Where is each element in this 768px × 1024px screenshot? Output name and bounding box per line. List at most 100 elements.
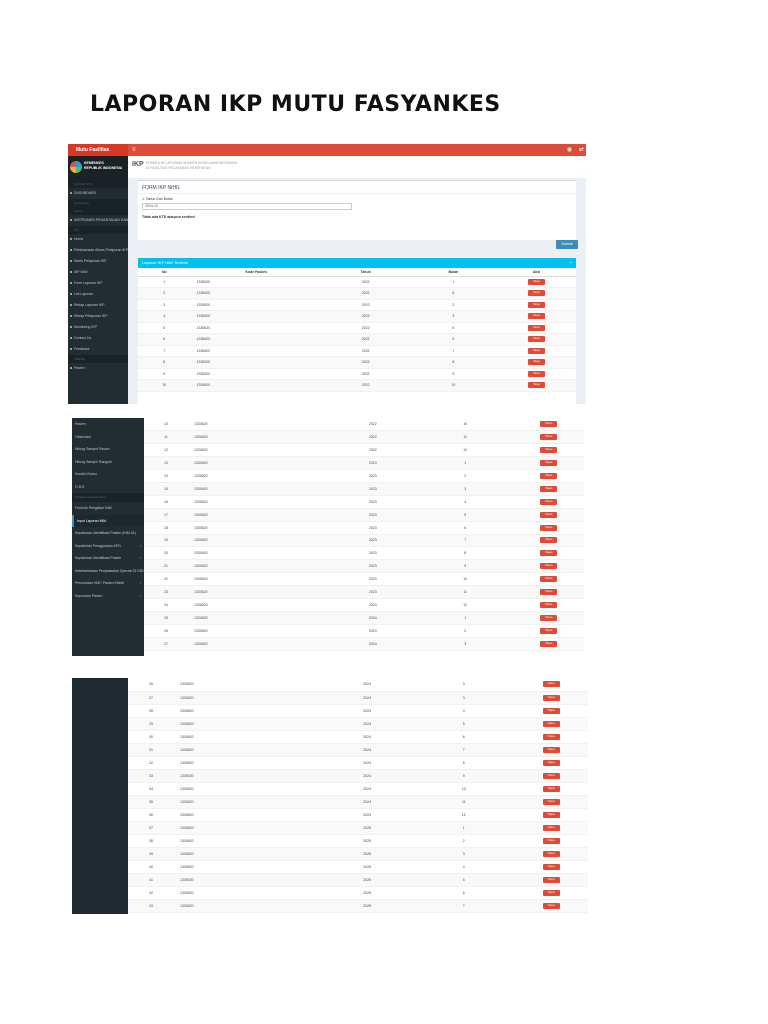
sidebar-item[interactable]: Kepuasan Pasien › bbox=[72, 590, 144, 603]
delete-button[interactable]: Hapus bbox=[540, 614, 558, 621]
sidebar-item[interactable]: Penundaan HMC Pasien Elektif › bbox=[72, 577, 144, 590]
delete-button[interactable]: Hapus bbox=[540, 640, 558, 647]
sidebar-item[interactable]: O.B.S bbox=[72, 481, 144, 494]
delete-button[interactable]: Hapus bbox=[542, 746, 560, 753]
delete-button[interactable]: Hapus bbox=[540, 550, 558, 557]
delete-button[interactable]: Hapus bbox=[540, 627, 558, 634]
delete-button[interactable]: Hapus bbox=[542, 902, 560, 909]
delete-button[interactable]: Hapus bbox=[540, 434, 558, 441]
sidebar-item[interactable]: Rekap Pelaporan IKP bbox=[68, 311, 128, 322]
form-ikp-nihil: FORM IKP NIHIL 1. Tahun Dan Bulan 2024-1… bbox=[138, 180, 576, 240]
sidebar-item[interactable]: Pasien bbox=[72, 418, 144, 431]
sidebar-item[interactable]: DASHBOARD bbox=[68, 188, 128, 199]
delete-button[interactable]: Hapus bbox=[540, 421, 558, 428]
cell-kode-faskes: 1330620 bbox=[174, 756, 322, 770]
sidebar-item[interactable]: Kepatuhan Penggunaan APD › bbox=[72, 540, 144, 553]
table-row: 5 1330620 2022 5 Hapus bbox=[138, 322, 576, 334]
sidebar-item[interactable]: Hitung Sampel Rangsel bbox=[72, 456, 144, 469]
delete-button[interactable]: Hapus bbox=[540, 498, 558, 505]
delete-button[interactable]: Hapus bbox=[540, 524, 558, 531]
period-input[interactable]: 2024-10 bbox=[142, 203, 352, 210]
delete-button[interactable]: Hapus bbox=[542, 694, 560, 701]
delete-button[interactable]: Hapus bbox=[542, 681, 560, 688]
user-icon[interactable]: ◉ bbox=[567, 144, 572, 156]
delete-button[interactable]: Hapus bbox=[528, 347, 546, 354]
delete-button[interactable]: Hapus bbox=[540, 485, 558, 492]
delete-button[interactable]: Hapus bbox=[542, 720, 560, 727]
delete-button[interactable]: Hapus bbox=[540, 447, 558, 454]
cell-bulan: 1 bbox=[416, 611, 514, 625]
cell-tahun: 2025 bbox=[321, 899, 414, 913]
sidebar-item[interactable]: Rekap Laporan IKP bbox=[68, 300, 128, 311]
cell-kode-faskes: 1330620 bbox=[190, 299, 322, 311]
column-header: Aksi bbox=[497, 268, 576, 277]
sidebar-item[interactable]: Formulir Pengisian INM bbox=[72, 502, 144, 515]
sidebar-item[interactable]: Feedback bbox=[68, 344, 128, 355]
delete-button[interactable]: Hapus bbox=[542, 733, 560, 740]
cell-tahun: 2025 bbox=[321, 847, 414, 861]
delete-button[interactable]: Hapus bbox=[528, 382, 546, 389]
sidebar-item[interactable]: Kepatuhan Identifikasi Pasien (INM-01) bbox=[72, 527, 144, 540]
delete-button[interactable]: Hapus bbox=[542, 798, 560, 805]
menu-toggle-icon[interactable]: ≡ bbox=[132, 144, 136, 156]
delete-button[interactable]: Hapus bbox=[528, 359, 546, 366]
delete-button[interactable]: Hapus bbox=[540, 511, 558, 518]
sidebar-item[interactable]: Pasien bbox=[68, 363, 128, 374]
delete-button[interactable]: Hapus bbox=[528, 336, 546, 343]
sidebar-item[interactable]: INSTRUMEN PEMANTAUAN DAN EVALUASI bbox=[68, 215, 128, 226]
delete-button[interactable]: Hapus bbox=[540, 563, 558, 570]
delete-button[interactable]: Hapus bbox=[542, 863, 560, 870]
delete-button[interactable]: Hapus bbox=[542, 876, 560, 883]
delete-button[interactable]: Hapus bbox=[542, 811, 560, 818]
delete-button[interactable]: Hapus bbox=[542, 837, 560, 844]
cell-tahun: 2023 bbox=[328, 585, 417, 599]
share-icon[interactable]: ⇄ bbox=[579, 144, 584, 156]
delete-button[interactable]: Hapus bbox=[542, 759, 560, 766]
sidebar-item[interactable]: Hitung Sampel Pasien bbox=[72, 443, 144, 456]
delete-button[interactable]: Hapus bbox=[540, 473, 558, 479]
cell-aksi: Hapus bbox=[513, 482, 584, 496]
sidebar-item[interactable]: Alerts Pelaporan IKP bbox=[68, 256, 128, 267]
sidebar-item[interactable]: Home bbox=[68, 234, 128, 245]
delete-button[interactable]: Hapus bbox=[540, 589, 558, 596]
delete-button[interactable]: Hapus bbox=[528, 290, 546, 297]
cell-aksi: Hapus bbox=[514, 899, 588, 913]
sidebar-item[interactable]: IKP Nihil bbox=[68, 267, 128, 278]
cell-tahun: 2023 bbox=[328, 469, 417, 483]
delete-button[interactable]: Hapus bbox=[542, 889, 560, 896]
app-brand[interactable]: Mutu Fasilitas bbox=[68, 144, 128, 156]
sidebar-item[interactable]: Form Laporan IKP bbox=[68, 278, 128, 289]
cell-bulan: 12 bbox=[413, 808, 515, 822]
sidebar-item[interactable]: Input Laporan INM bbox=[72, 514, 144, 527]
delete-button[interactable]: Hapus bbox=[542, 824, 560, 831]
sidebar-item[interactable]: Kondisi Kamu bbox=[72, 468, 144, 481]
top-navbar bbox=[68, 144, 586, 156]
cell-tahun: 2025 bbox=[321, 886, 414, 900]
delete-button[interactable]: Hapus bbox=[528, 301, 546, 308]
sidebar-item[interactable]: Contact Us bbox=[68, 333, 128, 344]
delete-button[interactable]: Hapus bbox=[528, 370, 546, 377]
collapse-toggle-icon[interactable]: + bbox=[570, 258, 572, 268]
delete-button[interactable]: Hapus bbox=[528, 324, 546, 331]
delete-button[interactable]: Hapus bbox=[542, 707, 560, 714]
cell-bulan: 8 bbox=[409, 356, 498, 369]
sidebar-item[interactable]: Keterlambatan Penjadwalan Operasi Di IGD… bbox=[72, 565, 144, 578]
delete-button[interactable]: Hapus bbox=[540, 537, 558, 544]
cell-no: 28 bbox=[128, 704, 174, 718]
delete-button[interactable]: Hapus bbox=[542, 772, 560, 779]
delete-button[interactable]: Hapus bbox=[542, 785, 560, 792]
cell-bulan: 11 bbox=[416, 585, 514, 599]
cell-aksi: Hapus bbox=[514, 795, 588, 809]
delete-button[interactable]: Hapus bbox=[542, 850, 560, 857]
sidebar-item[interactable]: Kepatuhan Identifikasi Pasien › bbox=[72, 552, 144, 565]
delete-button[interactable]: Hapus bbox=[528, 313, 546, 320]
submit-button[interactable]: Submit bbox=[556, 240, 578, 249]
sidebar-item[interactable]: Observasi bbox=[72, 431, 144, 444]
delete-button[interactable]: Hapus bbox=[540, 601, 558, 608]
delete-button[interactable]: Hapus bbox=[540, 576, 558, 583]
delete-button[interactable]: Hapus bbox=[540, 460, 558, 467]
sidebar-item[interactable]: List Laporan bbox=[68, 289, 128, 300]
sidebar-item[interactable]: Monitoring IKP bbox=[68, 322, 128, 333]
delete-button[interactable]: Hapus bbox=[528, 278, 546, 285]
sidebar-item[interactable]: Pelaksanaan Akses Pelaporan IKP bbox=[68, 245, 128, 256]
